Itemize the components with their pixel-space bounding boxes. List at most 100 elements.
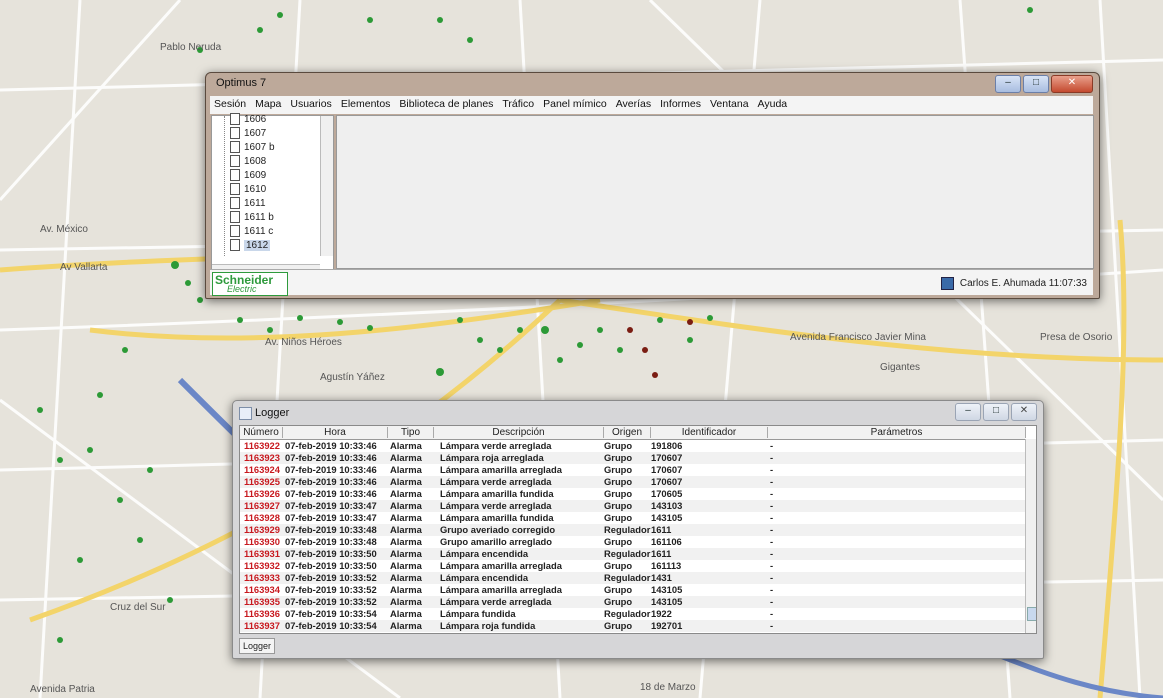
street-label: Agustín Yáñez — [320, 372, 385, 383]
close-button[interactable]: ✕ — [1051, 75, 1093, 93]
column-header-descripcion[interactable]: Descripción — [434, 427, 604, 438]
document-icon — [230, 169, 240, 181]
minimize-button[interactable]: – — [995, 75, 1021, 93]
tree-item[interactable]: 1609 — [230, 169, 266, 181]
schneider-logo: Schneider Electric — [212, 272, 288, 296]
table-row[interactable]: 1163935 07-feb-2019 10:33:52 Alarma Lámpara… — [240, 596, 1025, 608]
tree-item-selected[interactable]: 1612 — [230, 239, 271, 251]
cell-descripcion: Lámpara amarilla arreglada — [440, 464, 562, 475]
tree-item[interactable]: 1611 — [230, 197, 266, 209]
document-icon — [230, 225, 240, 237]
menu-mapa[interactable]: Mapa — [251, 96, 286, 114]
cell-tipo: Alarma — [390, 572, 422, 583]
logger-tab[interactable]: Logger — [239, 638, 275, 654]
table-row[interactable]: 1163923 07-feb-2019 10:33:46 Alarma Lámpara… — [240, 452, 1025, 464]
street-label: Av. México — [40, 224, 88, 235]
document-icon — [230, 239, 240, 251]
title-bar[interactable]: Optimus 7 – □ ✕ — [206, 73, 1099, 95]
table-row[interactable]: 1163932 07-feb-2019 10:33:50 Alarma Lámpara… — [240, 560, 1025, 572]
cell-origen: Grupo — [604, 560, 633, 571]
tree-item[interactable]: 1611 c — [230, 225, 273, 237]
cell-origen: Grupo — [604, 620, 633, 631]
scroll-thumb[interactable] — [1027, 607, 1036, 621]
cell-parametros: - — [770, 512, 774, 523]
table-row[interactable]: 1163927 07-feb-2019 10:33:47 Alarma Lámpara… — [240, 500, 1025, 512]
tree-item[interactable]: 1607 b — [230, 141, 275, 153]
menu-ventana[interactable]: Ventana — [706, 96, 754, 114]
cell-numero: 1163931 — [244, 548, 280, 559]
cell-identificador: 191806 — [651, 440, 683, 451]
street-label: Av Vallarta — [60, 262, 108, 273]
cell-origen: Grupo — [604, 464, 633, 475]
column-header-origen[interactable]: Origen — [604, 427, 651, 438]
menu-biblioteca[interactable]: Biblioteca de planes — [395, 96, 498, 114]
cell-origen: Grupo — [604, 476, 633, 487]
table-row[interactable]: 1163922 07-feb-2019 10:33:46 Alarma Lámpara… — [240, 440, 1025, 452]
tree-item[interactable]: 1610 — [230, 183, 266, 195]
cell-numero: 1163933 — [244, 572, 280, 583]
street-label: Avenida Patria — [30, 684, 95, 695]
cell-tipo: Alarma — [390, 488, 422, 499]
table-row[interactable]: 1163929 07-feb-2019 10:33:48 Alarma Grupo a… — [240, 524, 1025, 536]
table-row[interactable]: 1163937 07-feb-2019 10:33:54 Alarma Lámpara… — [240, 620, 1025, 632]
cell-descripcion: Lámpara amarilla fundida — [440, 488, 554, 499]
table-row[interactable]: 1163934 07-feb-2019 10:33:52 Alarma Lámpara… — [240, 584, 1025, 596]
cell-descripcion: Lámpara verde arreglada — [440, 500, 552, 511]
table-row[interactable]: 1163926 07-feb-2019 10:33:46 Alarma Lámpara… — [240, 488, 1025, 500]
cell-identificador: 143103 — [651, 500, 683, 511]
column-header-parametros[interactable]: Parámetros — [768, 427, 1026, 438]
table-scrollbar[interactable] — [1025, 439, 1036, 633]
menu-averias[interactable]: Averías — [612, 96, 656, 114]
cell-descripcion: Lámpara verde arreglada — [440, 596, 552, 607]
cell-identificador: 1922 — [651, 608, 672, 619]
tree-vertical-scrollbar[interactable] — [320, 116, 333, 256]
menu-elementos[interactable]: Elementos — [337, 96, 396, 114]
cell-numero: 1163930 — [244, 536, 280, 547]
tree-item[interactable]: 1608 — [230, 155, 266, 167]
table-row[interactable]: 1163931 07-feb-2019 10:33:50 Alarma Lámpara… — [240, 548, 1025, 560]
user-clock: Carlos E. Ahumada 11:07:33 — [959, 278, 1087, 289]
cell-hora: 07-feb-2019 10:33:54 — [285, 608, 377, 619]
table-row[interactable]: 1163924 07-feb-2019 10:33:46 Alarma Lámpara… — [240, 464, 1025, 476]
column-header-tipo[interactable]: Tipo — [388, 427, 434, 438]
cell-parametros: - — [770, 524, 774, 535]
cell-tipo: Alarma — [390, 548, 422, 559]
cell-origen: Regulador — [604, 608, 651, 619]
cell-tipo: Alarma — [390, 452, 422, 463]
maximize-button[interactable]: □ — [1023, 75, 1049, 93]
tree-item[interactable]: 1606 — [230, 113, 266, 125]
column-header-numero[interactable]: Número — [240, 427, 283, 438]
cell-origen: Grupo — [604, 596, 633, 607]
table-row[interactable]: 1163930 07-feb-2019 10:33:48 Alarma Grupo a… — [240, 536, 1025, 548]
table-row[interactable]: 1163925 07-feb-2019 10:33:46 Alarma Lámpara… — [240, 476, 1025, 488]
cell-numero: 1163937 — [244, 620, 280, 631]
table-row[interactable]: 1163928 07-feb-2019 10:33:47 Alarma Lámpara… — [240, 512, 1025, 524]
cell-parametros: - — [770, 548, 774, 559]
menu-trafico[interactable]: Tráfico — [498, 96, 539, 114]
menu-informes[interactable]: Informes — [656, 96, 706, 114]
table-row[interactable]: 1163933 07-feb-2019 10:33:52 Alarma Lámpara… — [240, 572, 1025, 584]
menu-ayuda[interactable]: Ayuda — [754, 96, 793, 114]
column-header-hora[interactable]: Hora — [283, 427, 388, 438]
cell-parametros: - — [770, 620, 774, 631]
tree-item[interactable]: 1607 — [230, 127, 266, 139]
cell-identificador: 143105 — [651, 596, 683, 607]
maximize-button[interactable]: □ — [983, 403, 1009, 421]
cell-parametros: - — [770, 560, 774, 571]
column-header-identificador[interactable]: Identificador — [651, 427, 768, 438]
cell-descripcion: Lámpara encendida — [440, 572, 529, 583]
table-row[interactable]: 1163936 07-feb-2019 10:33:54 Alarma Lámpara… — [240, 608, 1025, 620]
cell-identificador: 170607 — [651, 452, 683, 463]
document-icon — [230, 183, 240, 195]
optimus-window: Optimus 7 – □ ✕ Sesión Mapa Usuarios Ele… — [205, 72, 1100, 299]
cell-descripcion: Grupo averiado corregido — [440, 524, 556, 535]
cell-origen: Grupo — [604, 500, 633, 511]
minimize-button[interactable]: – — [955, 403, 981, 421]
tree-item[interactable]: 1611 b — [230, 211, 274, 223]
menu-usuarios[interactable]: Usuarios — [286, 96, 336, 114]
menu-sesion[interactable]: Sesión — [210, 96, 251, 114]
close-button[interactable]: ✕ — [1011, 403, 1037, 421]
cell-parametros: - — [770, 500, 774, 511]
menu-panel-mimico[interactable]: Panel mímico — [539, 96, 612, 114]
cell-descripcion: Lámpara amarilla fundida — [440, 512, 554, 523]
